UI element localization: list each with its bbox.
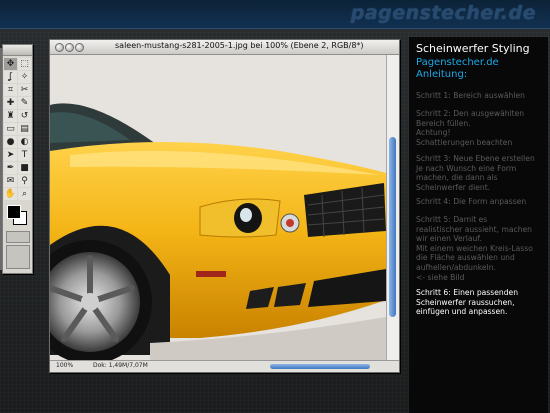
site-logo: pagenstecher.de bbox=[350, 2, 536, 24]
type-tool-icon[interactable]: T bbox=[18, 149, 31, 161]
slice-tool-icon[interactable]: ✂ bbox=[18, 84, 31, 96]
stamp-tool-icon[interactable]: ♜ bbox=[4, 110, 17, 122]
pen-tool-icon[interactable]: ✒ bbox=[4, 162, 17, 174]
history-tool-icon[interactable]: ↺ bbox=[18, 110, 31, 122]
document-size-info: Dok: 1,49M/7,07M bbox=[93, 362, 148, 369]
document-title: saleen-mustang-s281-2005-1.jpg bei 100% … bbox=[115, 41, 364, 50]
status-bar: 100% Dok: 1,49M/7,07M bbox=[50, 360, 399, 372]
panel-subtitle: Anleitung: bbox=[416, 69, 468, 80]
hand-tool-icon[interactable]: ✋ bbox=[4, 188, 17, 200]
zoom-window-button[interactable] bbox=[75, 43, 84, 52]
car-photo bbox=[50, 55, 386, 360]
toolbox-panel: ✥ ⬚ ʆ ✧ ⌗ ✂ ✚ ✎ ♜ ↺ ▭ ▤ ● ◐ ➤ T ✒ ■ ✉ ⚲ ✋ ⌕ bbox=[2, 44, 33, 274]
blur-tool-icon[interactable]: ● bbox=[4, 136, 17, 148]
screen-mode-buttons[interactable] bbox=[6, 245, 30, 269]
close-window-button[interactable] bbox=[55, 43, 64, 52]
move-tool-icon[interactable]: ✥ bbox=[4, 58, 17, 70]
step-4: Schritt 4: Die Form anpassen bbox=[416, 197, 527, 206]
gradient-tool-icon[interactable]: ▤ bbox=[18, 123, 31, 135]
healing-tool-icon[interactable]: ✚ bbox=[4, 97, 17, 109]
vertical-scroll-thumb[interactable] bbox=[389, 137, 396, 317]
marquee-tool-icon[interactable]: ⬚ bbox=[18, 58, 31, 70]
foreground-color-swatch[interactable] bbox=[7, 205, 21, 219]
instruction-panel: Scheinwerfer Styling Pagenstecher.de Anl… bbox=[409, 37, 548, 413]
tool-grid: ✥ ⬚ ʆ ✧ ⌗ ✂ ✚ ✎ ♜ ↺ ▭ ▤ ● ◐ ➤ T ✒ ■ ✉ ⚲ ✋ ⌕ bbox=[3, 56, 32, 202]
step-2: Schritt 2: Den ausgewählten Bereich füll… bbox=[416, 109, 525, 147]
eyedropper-tool-icon[interactable]: ⚲ bbox=[18, 175, 31, 187]
document-titlebar[interactable]: saleen-mustang-s281-2005-1.jpg bei 100% … bbox=[50, 40, 399, 55]
horizontal-scroll-thumb[interactable] bbox=[270, 364, 370, 369]
step-3: Schritt 3: Neue Ebene erstellen Je nach … bbox=[416, 154, 535, 192]
brush-tool-icon[interactable]: ✎ bbox=[18, 97, 31, 109]
lasso-tool-icon[interactable]: ʆ bbox=[4, 71, 17, 83]
vertical-scrollbar[interactable] bbox=[386, 55, 399, 360]
notes-tool-icon[interactable]: ✉ bbox=[4, 175, 17, 187]
zoom-tool-icon[interactable]: ⌕ bbox=[18, 188, 31, 200]
eraser-tool-icon[interactable]: ▭ bbox=[4, 123, 17, 135]
site-header: pagenstecher.de bbox=[0, 0, 550, 29]
step-5: Schritt 5: Damit es realistischer aussie… bbox=[416, 215, 533, 282]
crop-tool-icon[interactable]: ⌗ bbox=[4, 84, 17, 96]
toolbox-titlebar[interactable] bbox=[3, 45, 32, 56]
magic-wand-tool-icon[interactable]: ✧ bbox=[18, 71, 31, 83]
step-1: Schritt 1: Bereich auswählen bbox=[416, 91, 525, 100]
zoom-level[interactable]: 100% bbox=[56, 362, 73, 369]
panel-title: Scheinwerfer Styling bbox=[416, 42, 530, 55]
dodge-tool-icon[interactable]: ◐ bbox=[18, 136, 31, 148]
quick-mask-toggle[interactable] bbox=[6, 231, 30, 243]
path-select-tool-icon[interactable]: ➤ bbox=[4, 149, 17, 161]
step-6: Schritt 6: Einen passenden Scheinwerfer … bbox=[416, 288, 519, 317]
shape-tool-icon[interactable]: ■ bbox=[18, 162, 31, 174]
minimize-window-button[interactable] bbox=[65, 43, 74, 52]
image-canvas[interactable] bbox=[50, 55, 386, 360]
panel-site-link[interactable]: Pagenstecher.de bbox=[416, 57, 499, 68]
document-window: saleen-mustang-s281-2005-1.jpg bei 100% … bbox=[49, 39, 400, 373]
